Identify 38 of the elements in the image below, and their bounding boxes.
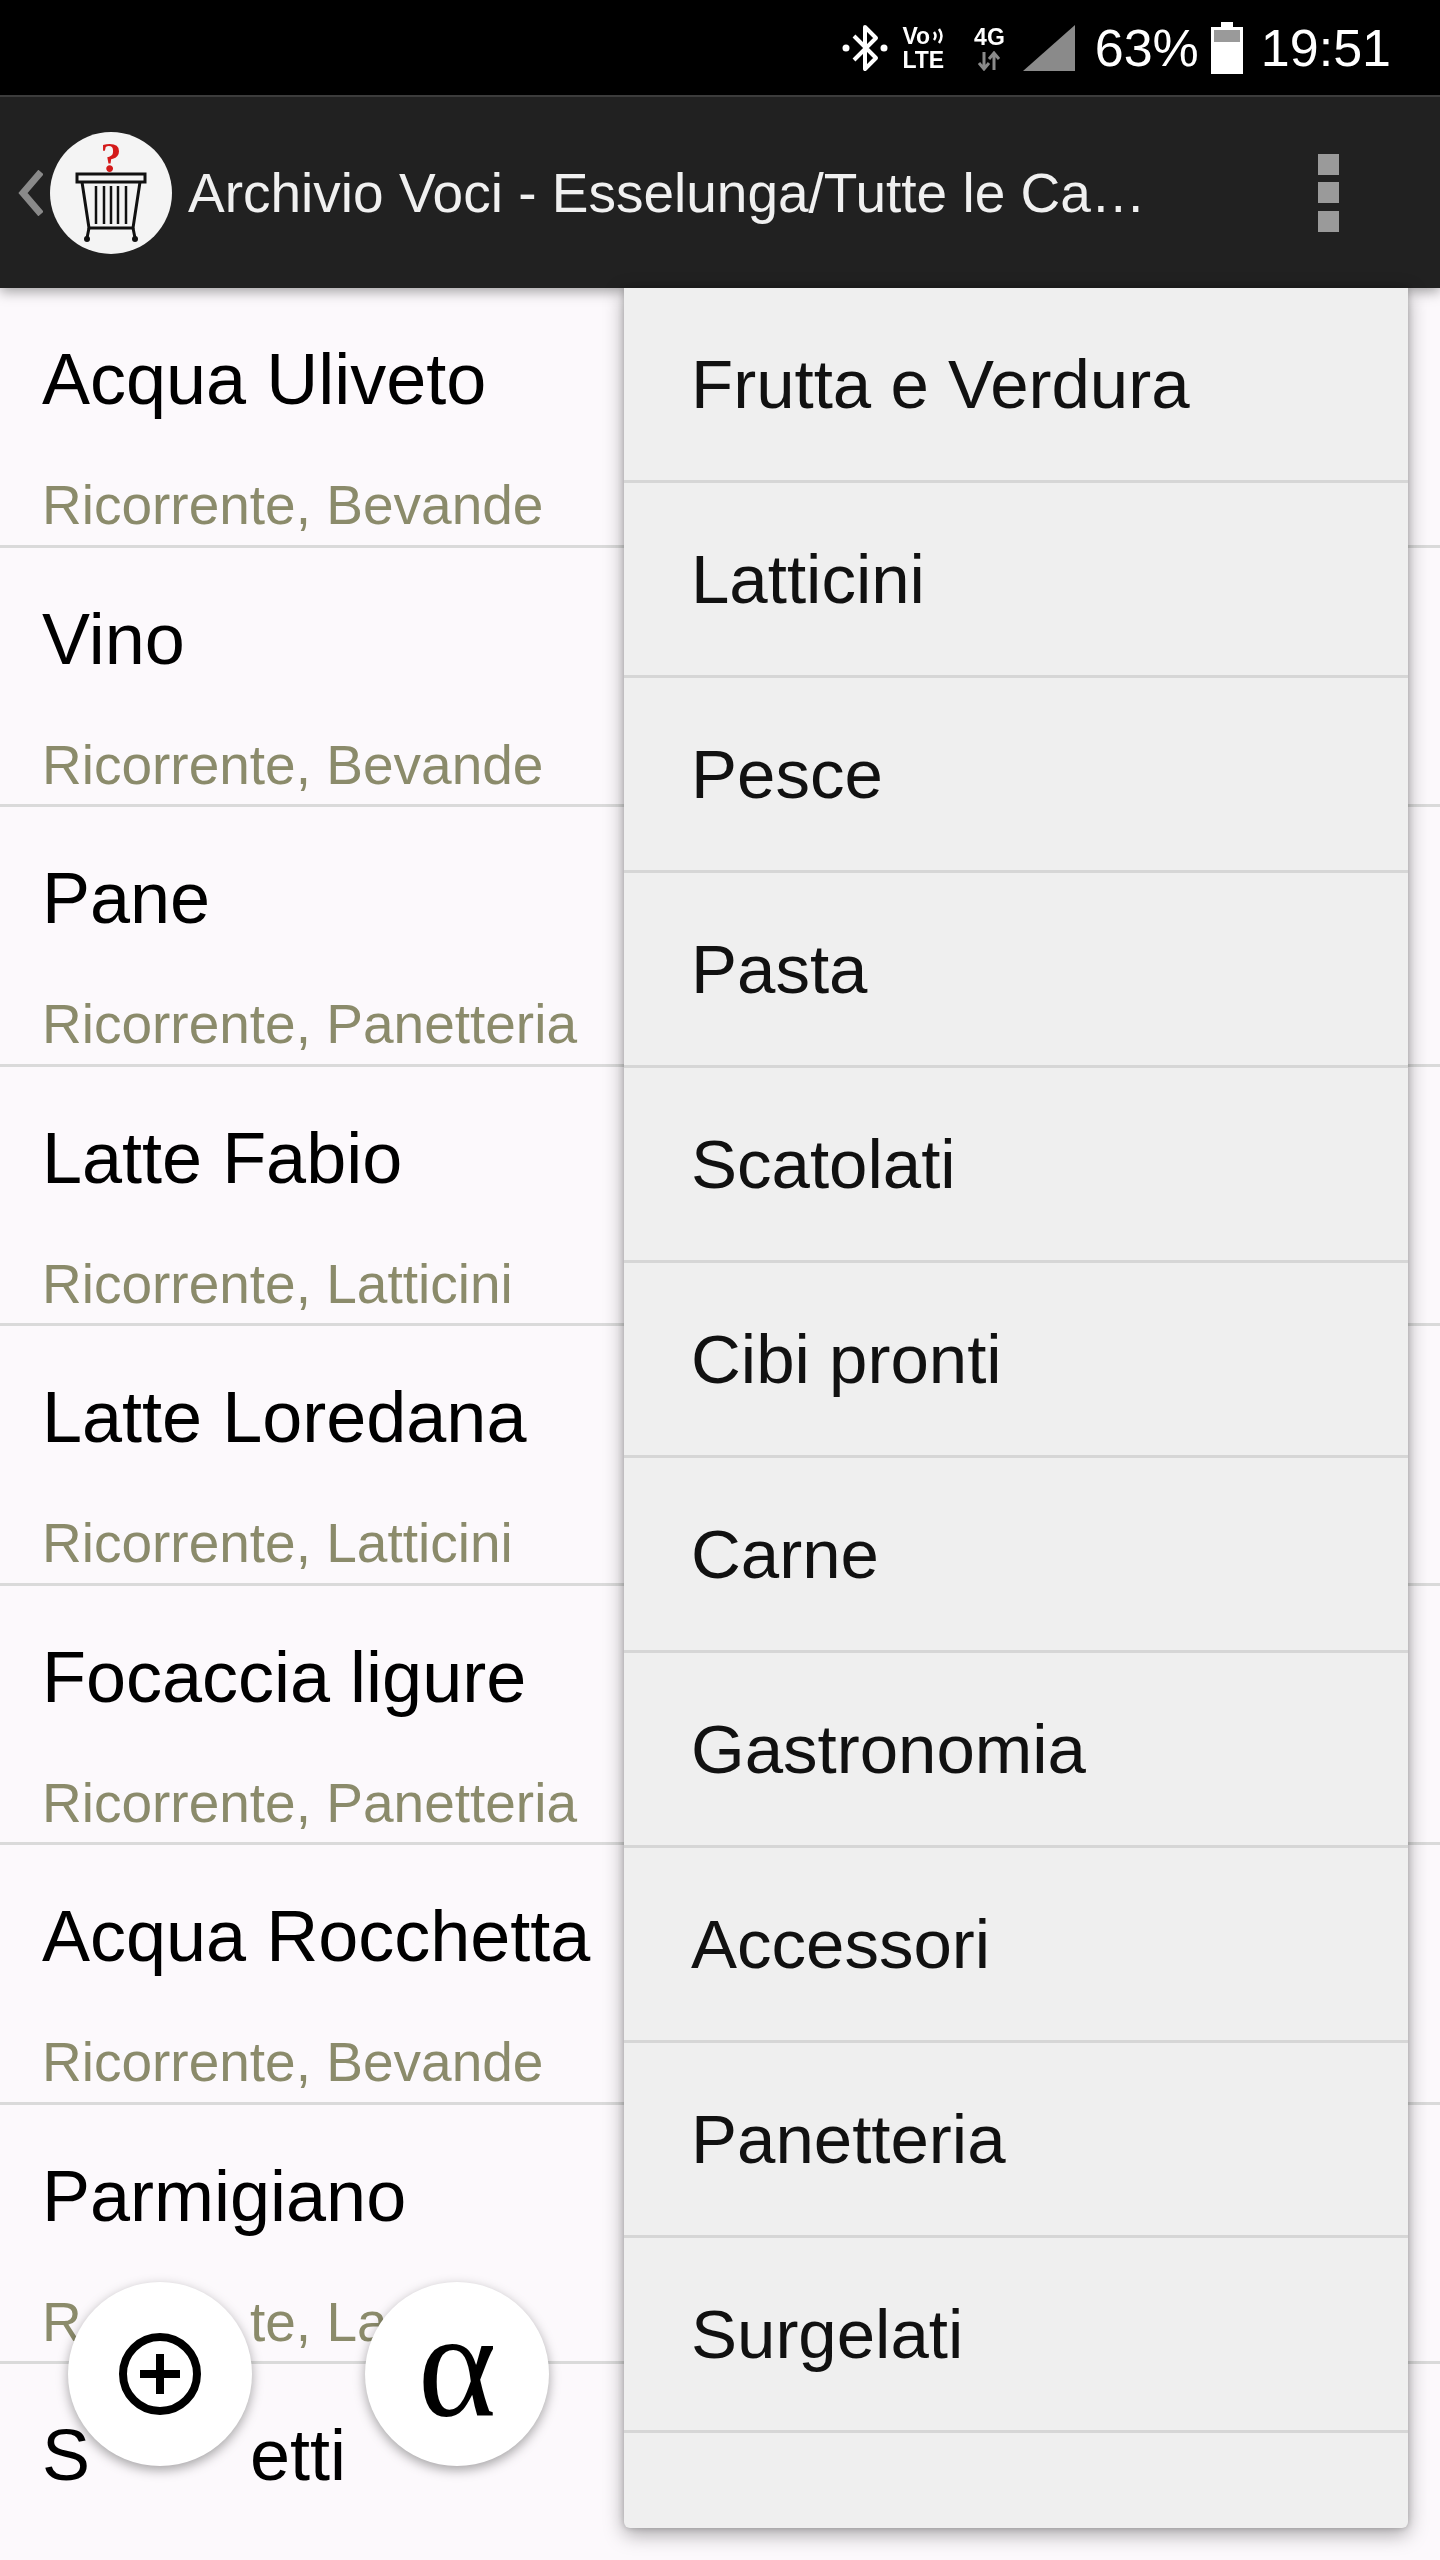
item-name: etti bbox=[250, 2419, 347, 2491]
item-name: Latte Loredana bbox=[42, 1381, 527, 1453]
app-logo-icon[interactable]: ? bbox=[50, 131, 172, 254]
menu-item[interactable]: Frutta e Verdura bbox=[624, 288, 1408, 483]
battery-icon bbox=[1210, 21, 1243, 74]
item-name: Latte Fabio bbox=[42, 1121, 403, 1194]
item-details: R bbox=[42, 2293, 82, 2350]
network-type-text: 4G bbox=[974, 24, 1005, 49]
menu-item[interactable]: Cibi pronti bbox=[624, 1263, 1408, 1458]
menu-item[interactable]: Panetteria bbox=[624, 2043, 1408, 2238]
menu-item[interactable]: Carne bbox=[624, 1458, 1408, 1653]
item-details: Ricorrente, Latticini bbox=[42, 1515, 513, 1571]
item-details: Ricorrente, Latticini bbox=[42, 1255, 513, 1312]
item-details: Ricorrente, Bevande bbox=[42, 736, 544, 793]
lte-text: LTE bbox=[902, 47, 945, 72]
volte-text: Vo bbox=[902, 23, 931, 48]
item-details: Ricorrente, Panetteria bbox=[42, 996, 577, 1052]
clock: 19:51 bbox=[1260, 17, 1391, 78]
menu-item[interactable]: Pasta bbox=[624, 873, 1408, 1068]
menu-item[interactable]: Scatolati bbox=[624, 1068, 1408, 1263]
data-arrows-icon bbox=[976, 50, 1003, 71]
menu-item[interactable]: Latticini bbox=[624, 483, 1408, 678]
item-name: S bbox=[42, 2419, 91, 2491]
battery-percent: 63% bbox=[1094, 17, 1199, 78]
menu-item[interactable]: Pesce bbox=[624, 678, 1408, 873]
item-details: Ricorrente, Bevande bbox=[42, 477, 544, 533]
menu-item[interactable]: Surgelati bbox=[624, 2238, 1408, 2433]
back-icon[interactable] bbox=[17, 169, 43, 216]
app-bar-title: Archivio Voci - Esselunga/Tutte le Ca… bbox=[188, 160, 1146, 225]
add-icon bbox=[118, 2332, 202, 2416]
item-name: Pane bbox=[42, 862, 211, 934]
item-details: Ricorrente, Bevande bbox=[42, 2034, 544, 2090]
item-details: Ricorrente, Panetteria bbox=[42, 1774, 577, 1831]
item-name: Vino bbox=[42, 602, 185, 675]
menu-item[interactable]: Accessori bbox=[624, 1848, 1408, 2043]
signal-icon bbox=[1022, 24, 1075, 71]
overflow-menu-icon[interactable] bbox=[1318, 153, 1339, 232]
menu-item[interactable]: Gastronomia bbox=[624, 1653, 1408, 1848]
